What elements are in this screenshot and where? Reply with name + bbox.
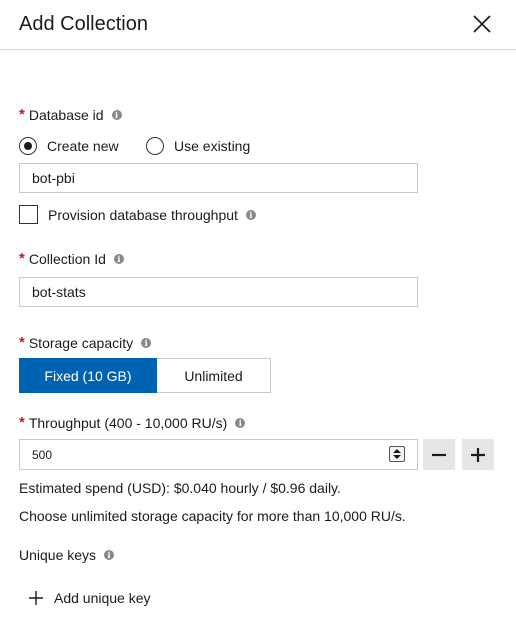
spinner-button[interactable]: [389, 446, 405, 462]
throughput-hint-text: Choose unlimited storage capacity for mo…: [19, 508, 406, 524]
collection-id-label: Collection Id: [28, 250, 106, 267]
required-marker: *: [19, 334, 25, 351]
collection-id-label-row: * Collection Id i: [19, 250, 124, 267]
database-id-label: Database id: [28, 106, 104, 123]
throughput-field: [19, 439, 418, 470]
radio-unselected-icon: [146, 137, 164, 155]
panel-header: Add Collection: [0, 0, 516, 50]
database-id-label-row: * Database id i: [19, 106, 122, 123]
required-marker: *: [19, 106, 25, 123]
storage-fixed-button[interactable]: Fixed (10 GB): [19, 358, 157, 393]
throughput-label: Throughput (400 - 10,000 RU/s): [28, 414, 228, 431]
storage-unlimited-button[interactable]: Unlimited: [157, 358, 271, 393]
info-icon[interactable]: i: [235, 417, 246, 428]
unique-keys-label-row: Unique keys i: [19, 547, 115, 563]
panel-title: Add Collection: [19, 13, 148, 35]
info-icon[interactable]: i: [141, 337, 152, 348]
provision-throughput-checkbox[interactable]: Provision database throughput i: [19, 205, 256, 224]
radio-selected-icon: [19, 137, 37, 155]
plus-icon: [29, 591, 43, 605]
decrease-throughput-button[interactable]: [423, 439, 455, 470]
collection-id-input[interactable]: [19, 277, 418, 307]
storage-capacity-label-row: * Storage capacity i: [19, 334, 152, 351]
info-icon[interactable]: i: [104, 550, 115, 560]
radio-use-existing[interactable]: Use existing: [146, 137, 250, 155]
radio-create-new-label: Create new: [47, 138, 119, 154]
minus-icon: [432, 453, 446, 456]
info-icon[interactable]: i: [245, 209, 256, 220]
close-icon: [473, 15, 491, 33]
info-icon[interactable]: i: [113, 253, 124, 264]
info-icon[interactable]: i: [111, 109, 122, 120]
increase-throughput-button[interactable]: [462, 439, 494, 470]
storage-capacity-toggle: Fixed (10 GB) Unlimited: [19, 358, 271, 393]
plus-icon: [471, 447, 485, 462]
add-unique-key-button[interactable]: Add unique key: [28, 590, 151, 606]
spinner-arrows-icon: [393, 449, 401, 459]
estimated-spend-text: Estimated spend (USD): $0.040 hourly / $…: [19, 480, 341, 496]
radio-use-existing-label: Use existing: [174, 138, 251, 154]
unique-keys-label: Unique keys: [19, 547, 97, 563]
throughput-input[interactable]: [19, 439, 418, 470]
checkbox-icon: [19, 205, 38, 224]
database-id-input[interactable]: [19, 163, 418, 193]
add-unique-key-label: Add unique key: [54, 590, 151, 606]
provision-throughput-label: Provision database throughput: [48, 206, 238, 223]
radio-create-new[interactable]: Create new: [19, 137, 119, 155]
required-marker: *: [19, 414, 25, 431]
throughput-label-row: * Throughput (400 - 10,000 RU/s) i: [19, 414, 246, 431]
storage-capacity-label: Storage capacity: [28, 334, 134, 351]
required-marker: *: [19, 250, 25, 267]
close-button[interactable]: [468, 10, 496, 38]
